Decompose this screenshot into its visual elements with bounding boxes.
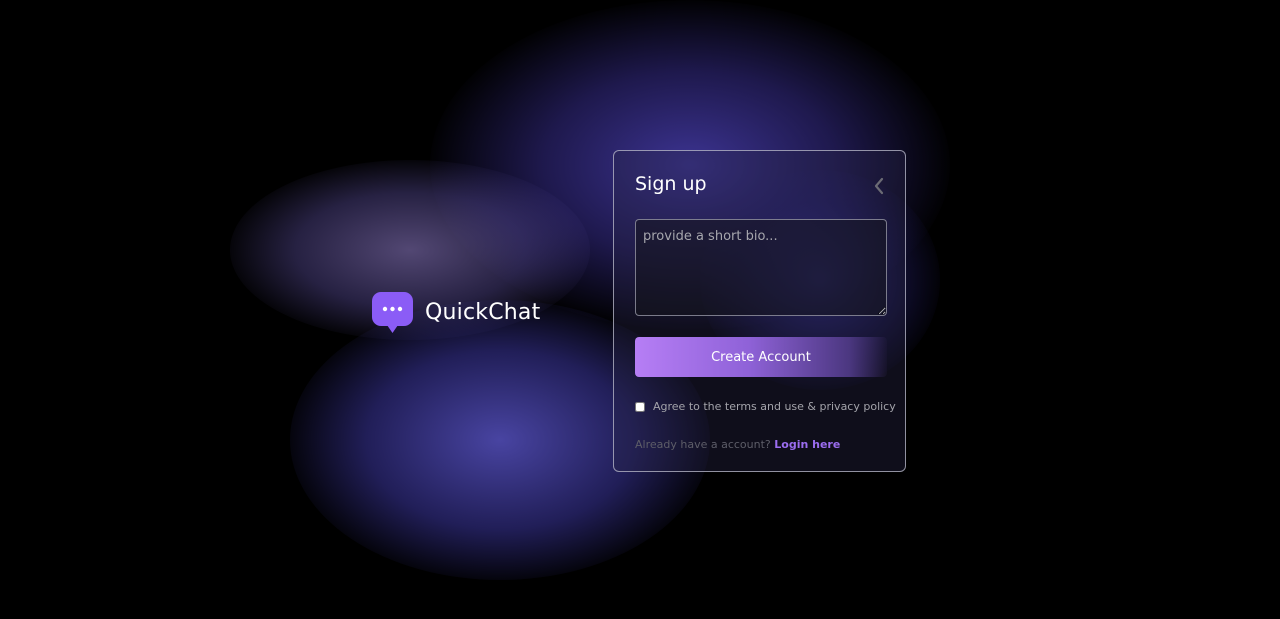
brand-name: QuickChat (425, 300, 541, 325)
chevron-left-icon (874, 177, 884, 195)
chat-bubble-icon (372, 292, 413, 333)
terms-label: Agree to the terms and use & privacy pol… (653, 400, 896, 413)
terms-row: Agree to the terms and use & privacy pol… (635, 400, 896, 413)
bio-textarea[interactable] (635, 219, 887, 316)
signup-form: Sign up Create Account Agree to the term… (613, 150, 906, 472)
create-account-button[interactable]: Create Account (635, 337, 887, 377)
brand-logo: QuickChat (372, 292, 540, 333)
signup-page: QuickChat Sign up Create Account Agree t… (0, 0, 1280, 619)
login-prompt-line: Already have a account? Login here (635, 438, 840, 451)
login-prompt: Already have a account? (635, 438, 771, 451)
login-link[interactable]: Login here (774, 438, 840, 451)
terms-checkbox[interactable] (635, 401, 645, 412)
form-title: Sign up (635, 173, 707, 195)
back-button[interactable] (869, 175, 889, 197)
